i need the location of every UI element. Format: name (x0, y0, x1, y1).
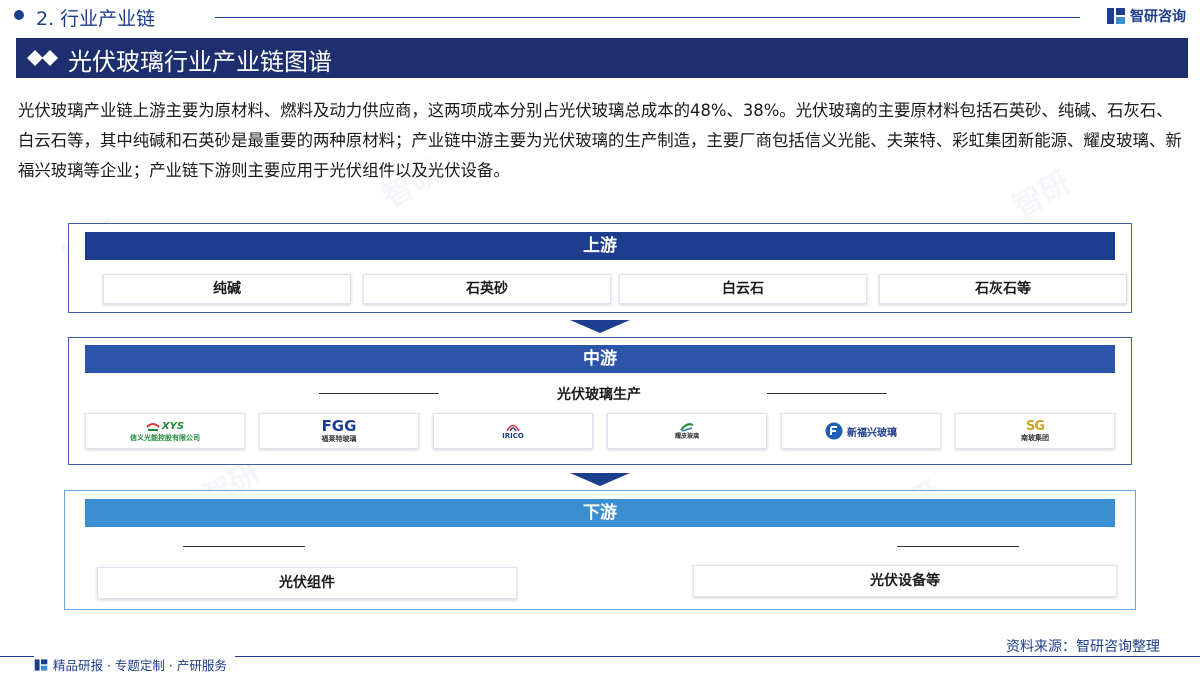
page-title: 光伏玻璃行业产业链图谱 (68, 48, 332, 76)
xinfuxing-glass-logo-icon (825, 422, 843, 440)
company-logo-nanbo: SG 南玻集团 (955, 413, 1115, 449)
company-logo-yaopi: 耀皮玻璃 (607, 413, 767, 449)
company-logo-irico: IRICO (433, 413, 593, 449)
section-header: 2. 行业产业链 智研咨询 (0, 0, 1200, 34)
section-title: 2. 行业产业链 (36, 8, 156, 30)
downstream-section: 下游 光伏组件 光伏设备等 (64, 490, 1136, 610)
upstream-item: 石灰石等 (879, 274, 1127, 304)
logo-caption: 南玻集团 (1021, 434, 1049, 442)
downstream-header: 下游 (85, 499, 1115, 527)
header-divider (215, 17, 1080, 18)
midstream-header: 中游 (85, 345, 1115, 373)
brand: 智研咨询 (1106, 6, 1186, 26)
subtitle-rule (767, 393, 887, 394)
brand-logo-icon (34, 658, 48, 671)
subtitle-rule (319, 393, 439, 394)
description-paragraph: 光伏玻璃产业链上游主要为原材料、燃料及动力供应商，这两项成本分别占光伏玻璃总成本… (18, 101, 1182, 180)
company-logo-xinfuxing: 新福兴玻璃 (781, 413, 941, 449)
logo-caption: 信义光能控股有限公司 (130, 433, 200, 442)
upstream-section: 上游 纯碱 石英砂 白云石 石灰石等 (68, 223, 1132, 313)
company-logo-xinyi: XYS 信义光能控股有限公司 (85, 413, 245, 449)
flow-arrow-icon (570, 473, 630, 486)
source-note: 资料来源：智研咨询整理 (1006, 639, 1160, 655)
upstream-item: 石英砂 (363, 274, 611, 304)
logo-mark: IRICO (502, 432, 524, 440)
flow-arrow-icon (570, 320, 630, 333)
upstream-item: 白云石 (619, 274, 867, 304)
midstream-subtitle: 光伏玻璃生产 (557, 387, 641, 403)
bullet-icon (14, 10, 24, 20)
yaopi-glass-logo-icon (680, 422, 694, 432)
company-logo-fgg: FGG 福莱特玻璃 (259, 413, 419, 449)
midstream-section: 中游 光伏玻璃生产 XYS 信义光能控股有限公司 FGG 福莱特玻璃 IRICO (68, 337, 1132, 465)
logo-caption: 福莱特玻璃 (321, 435, 357, 443)
footer: 精品研报 · 专题定制 · 产研服务 (34, 655, 235, 674)
logo-caption: 耀皮玻璃 (674, 432, 699, 440)
logo-mark: 新福兴玻璃 (847, 427, 897, 439)
flat-glass-logo-icon: FGG (321, 417, 357, 435)
logo-mark: XYS (161, 421, 185, 432)
irico-logo-icon (506, 424, 520, 432)
downstream-item: 光伏组件 (97, 567, 517, 599)
downstream-item: 光伏设备等 (693, 565, 1117, 597)
footer-text: 精品研报 · 专题定制 · 产研服务 (53, 658, 227, 673)
title-bar: 光伏玻璃行业产业链图谱 (16, 38, 1188, 78)
xinyi-solar-logo-icon (146, 422, 160, 431)
subtitle-rule (897, 546, 1019, 547)
subtitle-rule (183, 546, 305, 547)
brand-name: 智研咨询 (1130, 9, 1186, 25)
diamond-icon (27, 50, 58, 66)
upstream-item: 纯碱 (103, 274, 351, 304)
upstream-header: 上游 (85, 232, 1115, 260)
nanbo-group-logo-icon: SG (1025, 419, 1045, 434)
brand-logo-icon (1107, 8, 1125, 24)
